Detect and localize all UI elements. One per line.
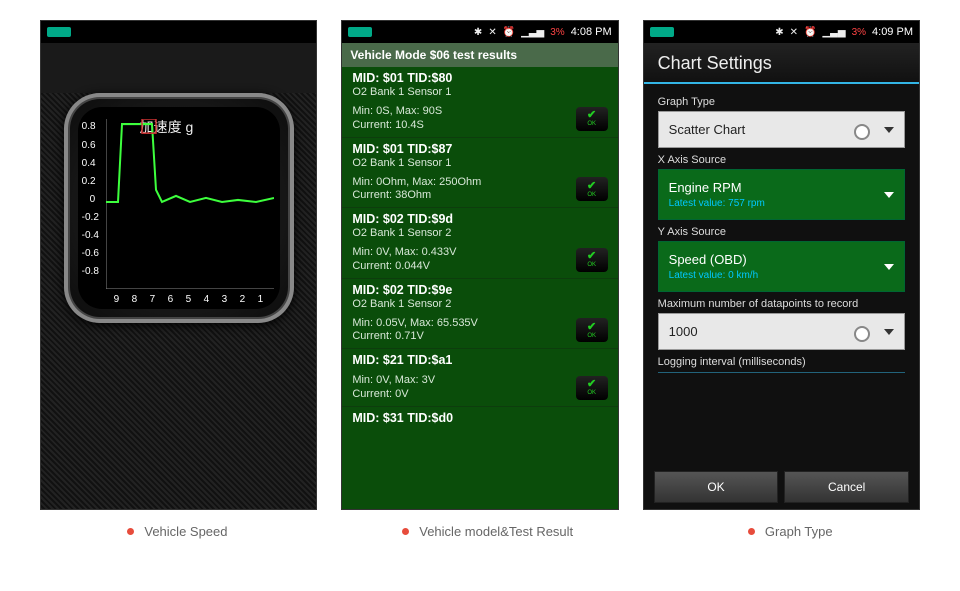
result-item[interactable]: Min: 0Ohm, Max: 250OhmCurrent: 38Ohm ✔OK [342, 172, 617, 209]
battery-pct: 3% [852, 27, 866, 38]
signal-icon: ▁▃▅ [822, 27, 845, 38]
bluetooth-icon: ✱ [474, 27, 482, 38]
results-title: Vehicle Mode $06 test results [342, 43, 617, 67]
mute-icon: ✕ [790, 27, 798, 38]
radio-icon [854, 326, 870, 342]
phone-panel-gauge: 加速度 g 0.8 0.6 0.4 0.2 0 -0.2 -0.4 -0.6 -… [40, 20, 317, 510]
battery-pct: 3% [550, 27, 564, 38]
result-item[interactable]: Min: 0S, Max: 90S Current: 10.4S ✔OK [342, 101, 617, 138]
alarm-icon: ⏰ [503, 27, 515, 38]
signal-icon: ▁▃▅ [521, 27, 544, 38]
result-header-row: MID: $01 TID:$80 O2 Bank 1 Sensor 1 [342, 67, 617, 101]
bullet-icon [748, 528, 755, 535]
bullet-icon [127, 528, 134, 535]
caption-3: Graph Type [748, 524, 833, 539]
chevron-down-icon [884, 329, 894, 335]
bullet-icon [402, 528, 409, 535]
status-bar: ✱ ✕ ⏰ ▁▃▅ 3% 4:09 PM [644, 21, 919, 43]
phone-panel-results: ✱ ✕ ⏰ ▁▃▅ 3% 4:08 PM Vehicle Mode $06 te… [341, 20, 618, 510]
logging-interval-label: Logging interval (milliseconds) [658, 356, 905, 368]
mute-icon: ✕ [488, 27, 496, 38]
chart-line [106, 119, 274, 289]
bluetooth-icon: ✱ [775, 27, 783, 38]
ok-button[interactable]: OK [654, 471, 779, 503]
clock: 4:08 PM [571, 26, 612, 38]
caption-1: Vehicle Speed [127, 524, 227, 539]
result-item[interactable]: Min: 0V, Max: 0.433VCurrent: 0.044V ✔OK [342, 242, 617, 279]
results-list[interactable]: MID: $01 TID:$80 O2 Bank 1 Sensor 1 Min:… [342, 67, 617, 428]
chevron-down-icon [884, 192, 894, 198]
clock: 4:09 PM [872, 26, 913, 38]
alarm-icon: ⏰ [804, 27, 816, 38]
carbon-background: 加速度 g 0.8 0.6 0.4 0.2 0 -0.2 -0.4 -0.6 -… [41, 93, 316, 510]
y-axis-label: Y Axis Source [658, 226, 905, 238]
status-bar: ✱ ✕ ⏰ ▁▃▅ 3% 4:08 PM [342, 21, 617, 43]
status-bar [41, 21, 316, 43]
max-datapoints-label: Maximum number of datapoints to record [658, 298, 905, 310]
acceleration-gauge: 加速度 g 0.8 0.6 0.4 0.2 0 -0.2 -0.4 -0.6 -… [64, 93, 294, 323]
cancel-button[interactable]: Cancel [784, 471, 909, 503]
chevron-down-icon [884, 127, 894, 133]
radio-icon [854, 124, 870, 140]
graph-type-select[interactable]: Scatter Chart [658, 111, 905, 148]
dialog-title: Chart Settings [644, 43, 919, 84]
ok-badge: ✔OK [576, 107, 608, 131]
x-axis-label: X Axis Source [658, 154, 905, 166]
max-datapoints-select[interactable]: 1000 [658, 313, 905, 350]
caption-2: Vehicle model&Test Result [402, 524, 573, 539]
check-icon: ✔ [587, 110, 596, 121]
result-item[interactable]: Min: 0V, Max: 3VCurrent: 0V ✔OK [342, 370, 617, 407]
x-axis-select[interactable]: Engine RPM Latest value: 757 rpm [658, 169, 905, 220]
graph-type-label: Graph Type [658, 96, 905, 108]
y-axis-select[interactable]: Speed (OBD) Latest value: 0 km/h [658, 241, 905, 292]
chevron-down-icon [884, 264, 894, 270]
result-item[interactable]: Min: 0.05V, Max: 65.535VCurrent: 0.71V ✔… [342, 313, 617, 350]
phone-panel-settings: ✱ ✕ ⏰ ▁▃▅ 3% 4:09 PM Chart Settings Grap… [643, 20, 920, 510]
